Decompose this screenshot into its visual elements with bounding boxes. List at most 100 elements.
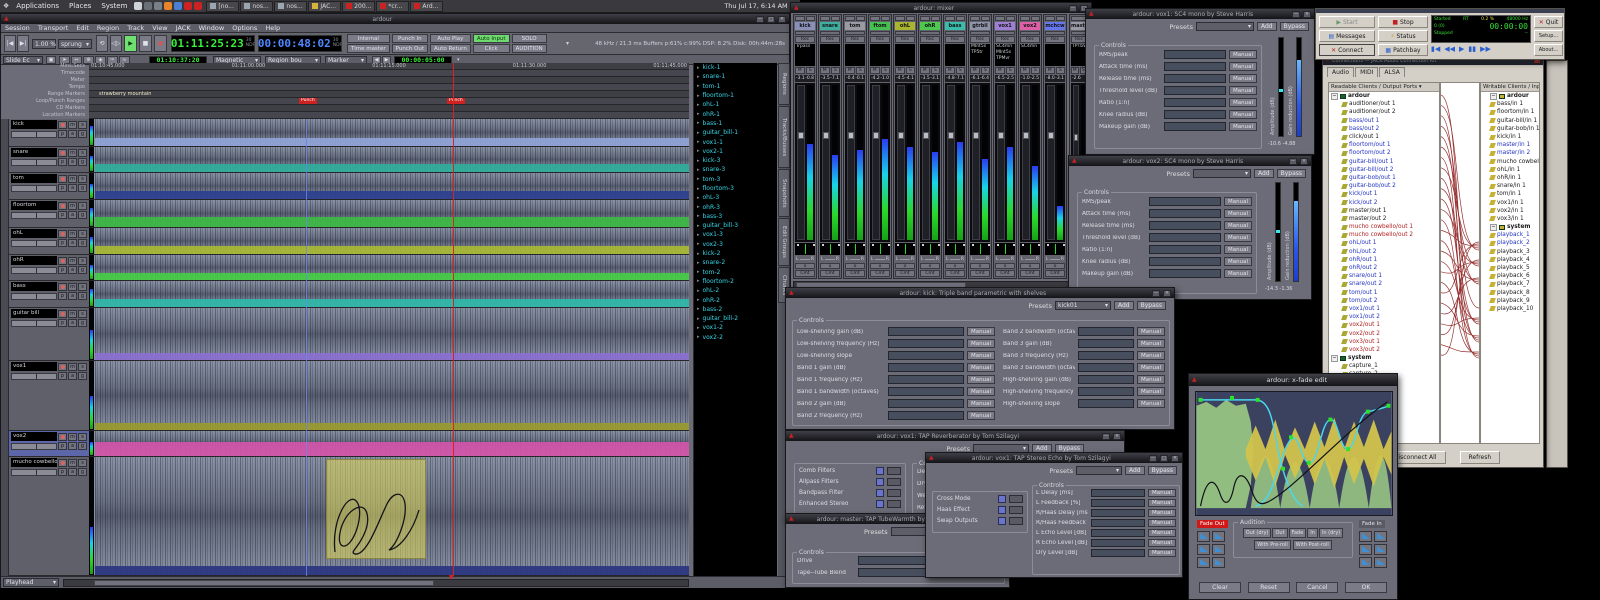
panel-clock[interactable]: Thu Jul 17, 6:14 AM [724,2,787,10]
ruler-area[interactable]: 01:10:45.00001:11:00.00001:11:15.00001:1… [89,63,689,119]
track-automation-button[interactable]: a [68,372,77,380]
track-rec-button[interactable] [58,149,67,157]
track-name[interactable]: kick [11,120,57,129]
automation-mode-button[interactable]: Manual [1224,233,1252,242]
editor-h-scrollbar[interactable] [63,579,689,587]
track-solo-button[interactable]: s [78,230,87,238]
port-row[interactable]: playback_1 [1481,231,1539,239]
strip-fader[interactable] [970,83,990,242]
track-header[interactable]: vox1 m s p a g [9,361,89,431]
strip-menu-button[interactable] [995,16,1005,21]
port-row[interactable]: master/in 1 [1481,141,1539,149]
strip-comments-button[interactable]: Cmt [1020,270,1040,277]
mixer-strip[interactable]: ftom Rec MS -4.2-1.0 LR o Cmt [868,14,892,279]
automation-mode-button[interactable]: Manual [1229,98,1257,107]
strip-pan-slider[interactable]: LR [920,256,940,262]
connect-button[interactable]: ✕Connect [1319,44,1375,56]
add-preset-button[interactable]: Add [1257,22,1277,31]
automation-mode-button[interactable]: Manual [1148,509,1176,517]
param-slider[interactable]: 0.000 [1091,489,1145,497]
connections-tab[interactable]: ALSA [1379,67,1404,77]
param-slider[interactable]: -70.000 [1091,549,1145,557]
menu-item[interactable]: Session [1,24,34,32]
port-row[interactable]: ohR/out 2 [1329,264,1439,272]
jack-transport-button[interactable]: ▶▶ [1480,45,1491,53]
strip-fader[interactable] [795,83,815,242]
track-playlist-button[interactable]: p [58,468,67,476]
port-row[interactable]: guitar-bob/out 2 [1329,182,1439,190]
menu-item[interactable]: Edit [72,24,93,32]
region-list-item[interactable]: bass-2 [694,305,777,314]
transport-option-button[interactable]: Auto Input [473,34,510,43]
strip-comments-button[interactable]: Cmt [970,270,990,277]
record-button[interactable]: ● [154,35,167,52]
strip-rec-button[interactable]: Rec [1020,36,1040,43]
strip-meter-point-button[interactable] [1006,16,1016,21]
side-tab[interactable]: Regions [778,63,790,105]
strip-mute-button[interactable]: M [895,67,905,74]
mixer-strip[interactable]: ohR Rec MS -3.5-3.1 LR o Cmt [918,14,942,279]
strip-rec-button[interactable]: Rec [945,36,965,43]
automation-mode-button[interactable]: Manual [1229,50,1257,59]
strip-group-button[interactable] [795,31,815,35]
automation-mode-button[interactable]: Manual [967,327,995,336]
param-slider[interactable]: 174.186 [888,375,964,384]
region-list-item[interactable]: tom-3 [694,175,777,184]
patchbay-button[interactable]: ▦Patchbay [1378,44,1428,56]
param-slider[interactable]: 0.000 [1091,529,1145,537]
port-row[interactable]: bass/out 2 [1329,125,1439,133]
checkbox[interactable] [876,467,884,475]
fade-in-preset-button[interactable] [1359,531,1372,542]
transport-option-button[interactable]: Time master [347,44,390,53]
automation-mode-button[interactable]: Manual [967,375,995,384]
mixer-strip[interactable]: snare Rec MS -3.5-7.1 LR o Cmt [818,14,842,279]
region-list-item[interactable]: guitar_bill-2 [694,314,777,323]
region-list-item[interactable]: ohR-3 [694,202,777,211]
automation-mode-button[interactable]: Manual [967,339,995,348]
maximize-icon[interactable]: □ [767,16,775,23]
transport-option-button[interactable]: Punch In [392,34,428,43]
strip-solo-button[interactable]: S [831,67,841,74]
ruler-label[interactable]: Mins:Secs [1,63,88,70]
strip-name[interactable]: ohR [920,22,940,30]
audition-button[interactable]: In (dry) [1319,528,1343,538]
track-rec-button[interactable] [58,230,67,238]
track-name[interactable]: vox1 [11,362,57,371]
port-row[interactable]: playback_2 [1481,239,1539,247]
port-row[interactable]: playback_9 [1481,297,1539,305]
fade-out-preset-button[interactable] [1197,531,1210,542]
track-rec-button[interactable] [58,175,67,183]
port-row[interactable]: floortom/in 1 [1481,108,1539,116]
param-slider[interactable]: 4.330 [1149,245,1221,254]
audition-button[interactable]: Fade [1289,528,1307,538]
close-icon[interactable]: ✕ [1171,455,1179,462]
region-bar[interactable] [95,191,689,199]
automation-mode-button[interactable]: Manual [1148,529,1176,537]
track-playlist-button[interactable]: p [58,239,67,247]
track-header[interactable]: guitar bill m s p a g [9,308,89,361]
param-slider[interactable]: 1.500 [1164,62,1226,71]
param-slider[interactable]: 1.000 [888,387,964,396]
strip-solo-button[interactable]: S [881,67,891,74]
quit-button[interactable]: ✕Quit [1534,16,1563,28]
audition-button[interactable]: In [1307,528,1318,538]
track-solo-button[interactable]: s [78,175,87,183]
strip-mute-button[interactable]: M [920,67,930,74]
automation-mode-button[interactable]: Manual [1148,499,1176,507]
strip-comments-button[interactable]: Cmt [995,270,1015,277]
region-list-item[interactable]: ohL-2 [694,286,777,295]
strip-panner[interactable] [820,243,840,255]
port-row[interactable]: system [1329,354,1439,362]
region-bar[interactable] [95,138,689,146]
track-lane[interactable] [89,361,689,431]
track-rec-button[interactable] [58,257,67,265]
checkbox[interactable] [998,495,1006,503]
strip-fader[interactable] [1020,83,1040,242]
port-row[interactable]: playback_7 [1481,280,1539,288]
minimize-icon[interactable]: — [1152,290,1160,297]
strip-solo-button[interactable]: S [1031,67,1041,74]
latch-button[interactable] [887,489,901,497]
track-playlist-button[interactable]: p [58,372,67,380]
port-row[interactable]: master/out 2 [1329,215,1439,223]
port-row[interactable]: ohR/out 1 [1329,256,1439,264]
